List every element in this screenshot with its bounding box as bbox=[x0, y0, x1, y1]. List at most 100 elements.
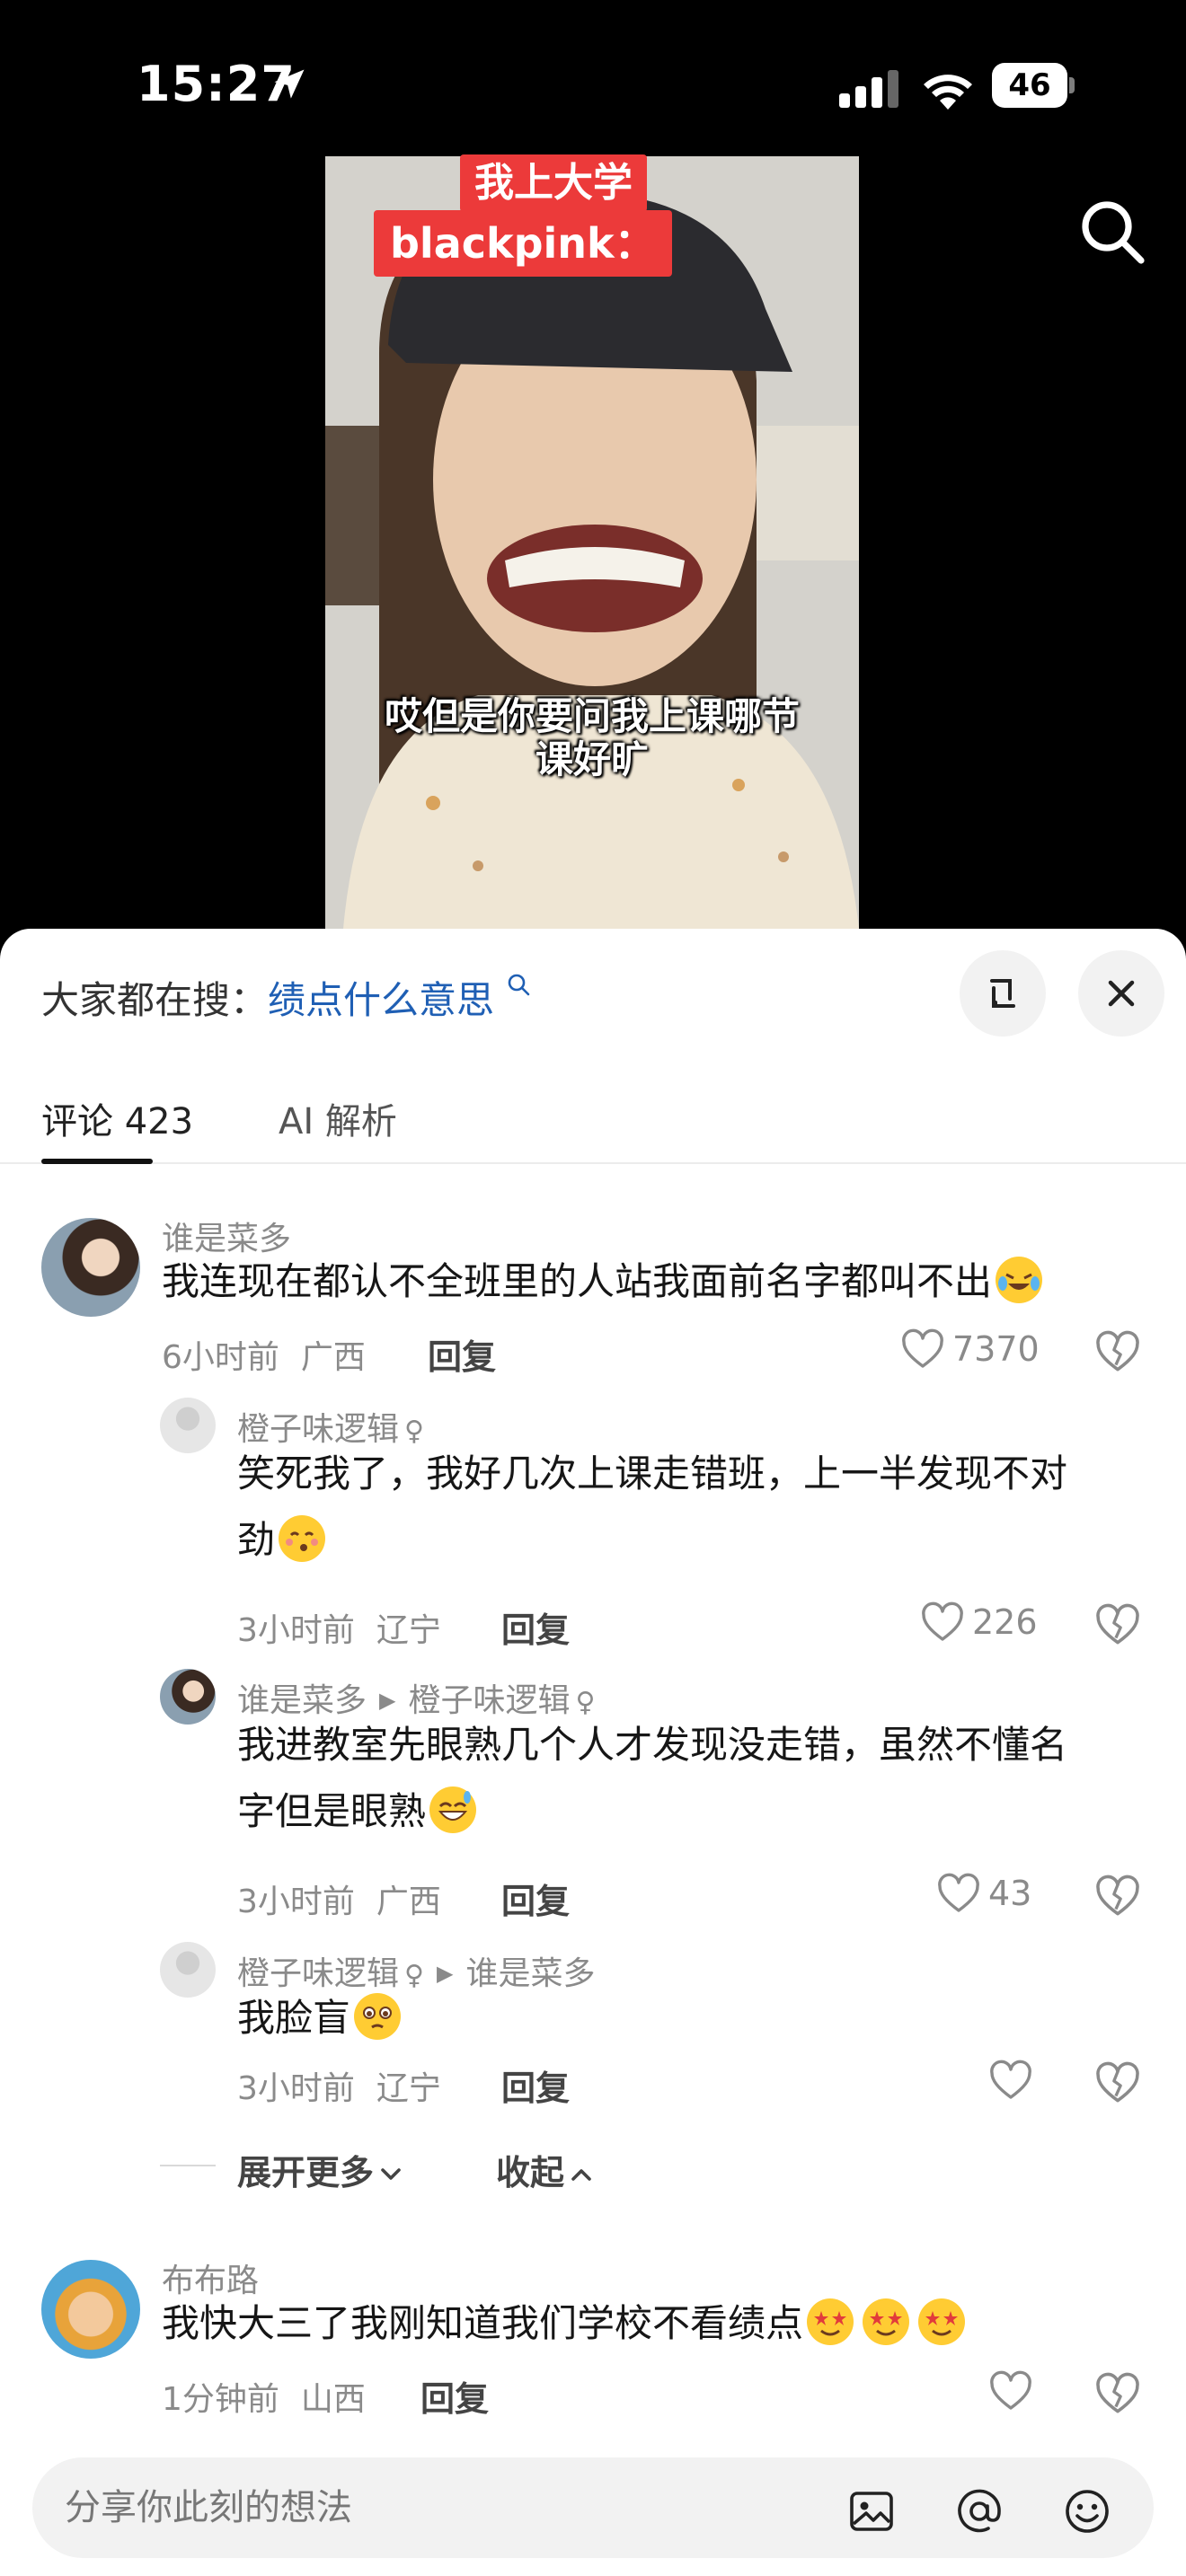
star-struck-emoji-icon bbox=[918, 2298, 966, 2345]
reply-text-line2-body: 字但是眼熟 bbox=[237, 1789, 427, 1833]
video-title-line1: 我上大学 bbox=[460, 154, 647, 212]
heart-icon bbox=[938, 1873, 979, 1912]
kissing-emoji-icon bbox=[279, 1515, 326, 1562]
reply-time: 3小时前 bbox=[237, 1612, 355, 1649]
comment-text: 我快大三了我刚知道我们学校不看绩点 bbox=[162, 2290, 966, 2357]
crying-laughing-emoji-icon bbox=[996, 1257, 1043, 1303]
like-button[interactable] bbox=[988, 2366, 1042, 2416]
comment-input-bar bbox=[32, 2457, 1154, 2558]
tab-bar: 评论 423 AI 解析 bbox=[0, 1063, 1186, 1164]
wifi-icon bbox=[924, 75, 972, 110]
reply-time: 3小时前 bbox=[237, 2070, 355, 2107]
hot-search-keyword[interactable]: 绩点什么意思 bbox=[268, 978, 494, 1022]
reply-text-line1: 笑死我了，我好几次上课走错班，上一半发现不对 bbox=[237, 1451, 1068, 1495]
status-bar: 15:27 46 bbox=[0, 0, 1186, 171]
active-tab-indicator bbox=[41, 1159, 153, 1164]
subtitle-line2: 课好旷 bbox=[535, 737, 649, 781]
close-button[interactable] bbox=[1078, 950, 1164, 1037]
reply-to-username[interactable]: 谁是菜多 bbox=[465, 1955, 595, 1992]
comment-text-body: 我连现在都认不全班里的人站我面前名字都叫不出 bbox=[162, 1259, 993, 1303]
expand-more-label: 展开更多 bbox=[237, 2153, 375, 2192]
avatar[interactable] bbox=[160, 1942, 216, 1998]
battery-indicator: 46 bbox=[992, 63, 1075, 108]
reply-text-line1: 我进教室先眼熟几个人才发现没走错，虽然不懂名 bbox=[237, 1723, 1068, 1767]
heart-icon bbox=[990, 2370, 1031, 2410]
expand-more-button[interactable]: 展开更多 bbox=[237, 2145, 404, 2194]
reply-meta: 3小时前 广西 bbox=[237, 1875, 441, 1922]
search-icon bbox=[509, 974, 530, 996]
star-struck-emoji-icon bbox=[807, 2298, 854, 2345]
avatar[interactable] bbox=[41, 2260, 140, 2359]
broken-heart-icon[interactable] bbox=[1094, 2371, 1141, 2418]
grinning-sweat-emoji-icon bbox=[429, 1786, 477, 1833]
comment-location: 山西 bbox=[300, 2381, 366, 2418]
reply-button[interactable]: 回复 bbox=[501, 1602, 570, 1652]
comment-sheet: 大家都在搜：绩点什么意思 评论 423 AI 解析 谁是菜多 我连现在都认不全班… bbox=[0, 929, 1186, 2576]
expand-icon bbox=[990, 979, 1015, 1008]
emoji-icon[interactable] bbox=[1060, 2484, 1114, 2538]
battery-level: 46 bbox=[992, 63, 1067, 108]
reply-button[interactable]: 回复 bbox=[501, 2060, 570, 2110]
comment-input[interactable] bbox=[65, 2481, 819, 2535]
like-button[interactable]: 226 bbox=[920, 1597, 1046, 1647]
star-struck-emoji-icon bbox=[863, 2298, 910, 2345]
video-subtitle: 哎但是你要问我上课哪节 课好旷 bbox=[325, 695, 859, 781]
reply-button[interactable]: 回复 bbox=[420, 2371, 489, 2421]
comment-location: 广西 bbox=[300, 1339, 366, 1376]
like-button[interactable]: 43 bbox=[936, 1868, 1046, 1919]
reply-arrow-icon: ▶ bbox=[379, 1688, 396, 1713]
collapse-button[interactable]: 收起 bbox=[496, 2145, 595, 2194]
chevron-down-icon bbox=[381, 2168, 401, 2180]
reply-location: 辽宁 bbox=[376, 1612, 441, 1649]
reply-location: 辽宁 bbox=[376, 2070, 441, 2107]
reply-location: 广西 bbox=[376, 1883, 441, 1920]
subtitle-line1: 哎但是你要问我上课哪节 bbox=[384, 694, 800, 738]
broken-heart-icon[interactable] bbox=[1094, 1329, 1141, 1376]
comment-text: 我连现在都认不全班里的人站我面前名字都叫不出 bbox=[162, 1248, 1043, 1315]
battery-cap bbox=[1069, 77, 1075, 93]
cellular-signal-icon bbox=[839, 70, 898, 108]
at-icon[interactable] bbox=[952, 2484, 1006, 2538]
reply-button[interactable]: 回复 bbox=[501, 1874, 570, 1923]
reply-arrow-icon: ▶ bbox=[437, 1961, 454, 1986]
avatar[interactable] bbox=[160, 1669, 216, 1725]
reply-meta: 3小时前 辽宁 bbox=[237, 2062, 441, 2109]
girl-symbol-icon: ♀ bbox=[404, 1960, 424, 1991]
reply-text-body: 我脸盲 bbox=[237, 1996, 351, 2040]
broken-heart-icon[interactable] bbox=[1094, 1602, 1141, 1649]
avatar[interactable] bbox=[160, 1398, 216, 1453]
heart-icon bbox=[902, 1328, 943, 1368]
reply-time: 3小时前 bbox=[237, 1883, 355, 1920]
avatar[interactable] bbox=[41, 1218, 140, 1317]
search-icon[interactable] bbox=[1075, 194, 1150, 269]
divider-line bbox=[160, 2165, 216, 2166]
close-icon bbox=[1108, 980, 1135, 1007]
like-count: 43 bbox=[988, 1874, 1032, 1913]
comment-text-body: 我快大三了我刚知道我们学校不看绩点 bbox=[162, 2301, 804, 2345]
expand-button[interactable] bbox=[960, 950, 1046, 1037]
tab-ai-analysis[interactable]: AI 解析 bbox=[279, 1092, 397, 1144]
comment-time: 1分钟前 bbox=[162, 2381, 279, 2418]
like-count: 226 bbox=[972, 1602, 1038, 1642]
comment-time: 6小时前 bbox=[162, 1339, 279, 1376]
heart-icon bbox=[922, 1601, 963, 1641]
collapse-label: 收起 bbox=[496, 2153, 565, 2192]
reply-text-line2: 字但是眼熟 bbox=[237, 1778, 477, 1845]
chevron-up-icon bbox=[571, 2169, 591, 2181]
pleading-emoji-icon bbox=[354, 1993, 402, 2040]
like-count: 7370 bbox=[952, 1329, 1040, 1369]
broken-heart-icon[interactable] bbox=[1094, 2060, 1141, 2107]
image-icon[interactable] bbox=[845, 2484, 898, 2538]
reply-button[interactable]: 回复 bbox=[428, 1329, 496, 1379]
broken-heart-icon[interactable] bbox=[1094, 1874, 1141, 1920]
hot-search[interactable]: 大家都在搜：绩点什么意思 bbox=[41, 970, 533, 1025]
reply-text-line2: 劲 bbox=[237, 1507, 326, 1574]
hot-search-label: 大家都在搜： bbox=[41, 978, 269, 1022]
reply-meta: 3小时前 辽宁 bbox=[237, 1604, 441, 1651]
like-button[interactable]: 7370 bbox=[900, 1324, 1044, 1374]
heart-icon bbox=[990, 2060, 1031, 2099]
like-button[interactable] bbox=[988, 2055, 1042, 2105]
reply-text-line2-body: 劲 bbox=[237, 1518, 276, 1562]
tab-comments[interactable]: 评论 423 bbox=[41, 1092, 193, 1144]
comment-meta: 6小时前 广西 bbox=[162, 1331, 366, 1378]
